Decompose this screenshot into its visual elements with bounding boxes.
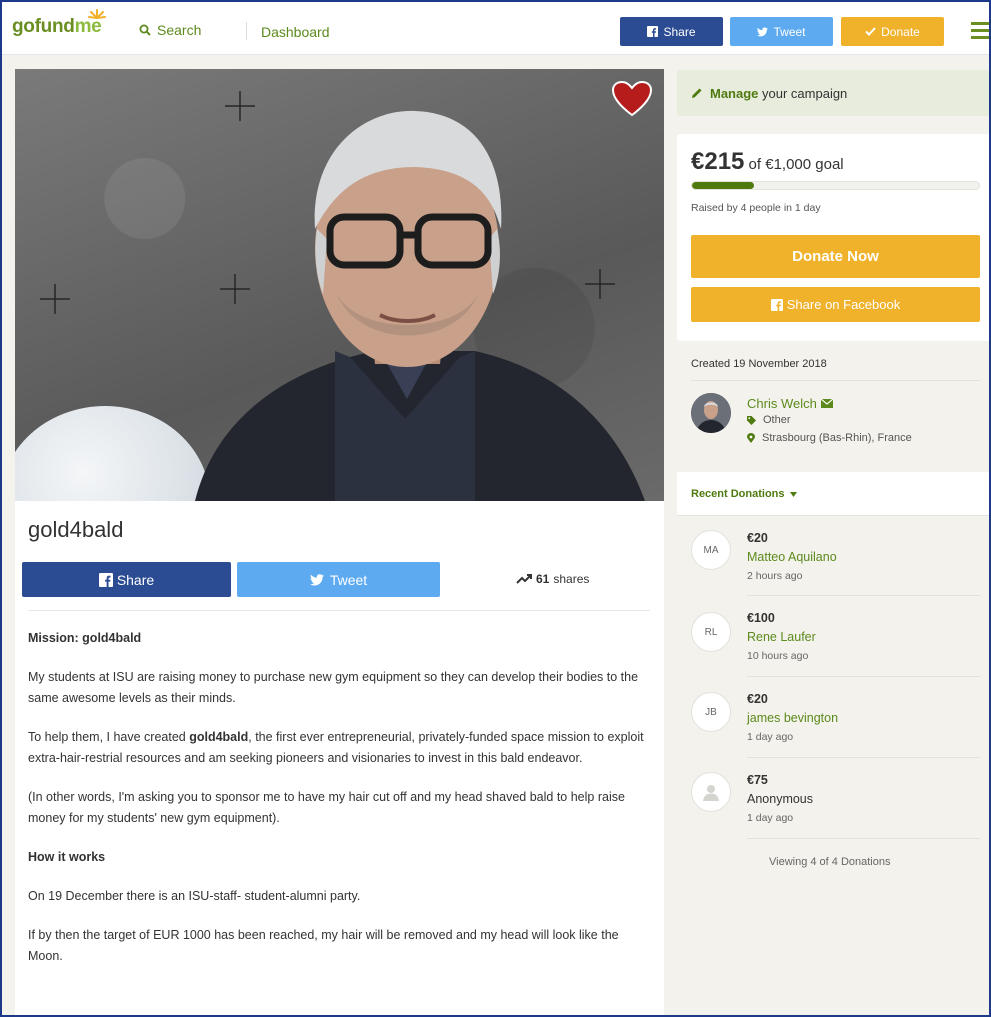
organizer-name-link[interactable]: Chris Welch	[747, 396, 833, 411]
donor-name[interactable]: Rene Laufer	[747, 630, 816, 644]
created-date: Created 19 November 2018	[691, 358, 827, 370]
campaign-hero-image	[15, 69, 664, 501]
twitter-icon	[757, 26, 769, 36]
user-silhouette-icon	[703, 785, 719, 801]
campaign-story: Mission: gold4bald My students at ISU ar…	[28, 628, 650, 985]
header-donate-button[interactable]: Donate	[841, 17, 944, 46]
donation-amount: €20	[747, 692, 768, 706]
amount-raised: €215 of €1,000 goal	[691, 148, 844, 175]
divider	[747, 595, 980, 596]
tweet-button[interactable]: Tweet	[237, 562, 440, 597]
gofundme-logo[interactable]: gofundme	[12, 16, 102, 38]
story-paragraph: To help them, I have created gold4bald, …	[28, 730, 644, 765]
manage-campaign-link[interactable]: Manage your campaign	[677, 70, 991, 116]
location-pin-icon	[747, 433, 755, 443]
header-share-button[interactable]: Share	[620, 17, 723, 46]
divider	[747, 757, 980, 758]
donor-name[interactable]: Matteo Aquilano	[747, 550, 837, 564]
dashboard-link[interactable]: Dashboard	[261, 24, 330, 40]
donation-time: 2 hours ago	[747, 570, 803, 582]
shares-counter: 61 shares	[516, 572, 589, 586]
organizer-category: Other	[747, 414, 791, 426]
search-link[interactable]: Search	[139, 22, 201, 38]
facebook-icon	[647, 26, 659, 37]
organizer-location: Strasbourg (Bas-Rhin), France	[747, 432, 912, 444]
donor-avatar: JB	[691, 692, 731, 732]
organizer-avatar[interactable]	[691, 393, 731, 433]
story-paragraph: (In other words, I'm asking you to spons…	[28, 790, 625, 825]
story-heading: How it works	[28, 850, 106, 864]
logo-sun-icon	[88, 9, 106, 19]
divider	[28, 610, 650, 611]
story-heading: Mission: gold4bald	[28, 631, 142, 645]
facebook-icon	[98, 572, 113, 587]
crosshair-mark	[40, 284, 70, 314]
raised-meta: Raised by 4 people in 1 day	[691, 202, 821, 214]
story-paragraph: My students at ISU are raising money to …	[28, 670, 639, 705]
donation-time: 1 day ago	[747, 731, 794, 743]
top-nav: gofundme Search Dashboard Share Tweet Do…	[0, 0, 991, 55]
tag-icon	[747, 415, 756, 425]
menu-icon[interactable]	[971, 22, 991, 40]
donor-name: Anonymous	[747, 792, 814, 806]
donor-avatar: RL	[691, 612, 731, 652]
organizer-portrait	[195, 110, 645, 501]
donation-time: 10 hours ago	[747, 650, 809, 662]
caret-down-icon	[789, 491, 797, 497]
campaign-title: gold4bald	[28, 517, 124, 542]
donate-now-button[interactable]: Donate Now	[691, 235, 980, 278]
donor-avatar: MA	[691, 530, 731, 570]
trending-up-icon	[516, 574, 532, 584]
checkmark-icon	[865, 27, 876, 36]
donation-time: 1 day ago	[747, 812, 794, 824]
divider	[747, 676, 980, 677]
favorite-heart-icon[interactable]	[612, 81, 652, 117]
recent-donations-dropdown[interactable]: Recent Donations	[691, 488, 797, 500]
twitter-icon	[309, 573, 324, 586]
divider	[747, 838, 980, 839]
share-on-facebook-button[interactable]: Share on Facebook	[691, 287, 980, 322]
pencil-icon	[692, 88, 702, 98]
search-icon	[139, 24, 151, 36]
goal-progress-bar	[691, 181, 980, 190]
anonymous-donor-avatar	[691, 772, 731, 812]
envelope-icon[interactable]	[820, 399, 833, 408]
facebook-share-button[interactable]: Share	[22, 562, 231, 597]
donor-name[interactable]: james bevington	[747, 711, 838, 725]
divider	[691, 380, 980, 381]
story-paragraph: On 19 December there is an ISU-staff- st…	[28, 889, 361, 903]
story-paragraph: If by then the target of EUR 1000 has be…	[28, 928, 619, 963]
nav-divider	[246, 22, 247, 40]
header-tweet-button[interactable]: Tweet	[730, 17, 833, 46]
donation-amount: €100	[747, 611, 775, 625]
donation-amount: €20	[747, 531, 768, 545]
donations-count: Viewing 4 of 4 Donations	[769, 856, 891, 868]
donation-amount: €75	[747, 773, 768, 787]
facebook-icon	[770, 298, 783, 311]
